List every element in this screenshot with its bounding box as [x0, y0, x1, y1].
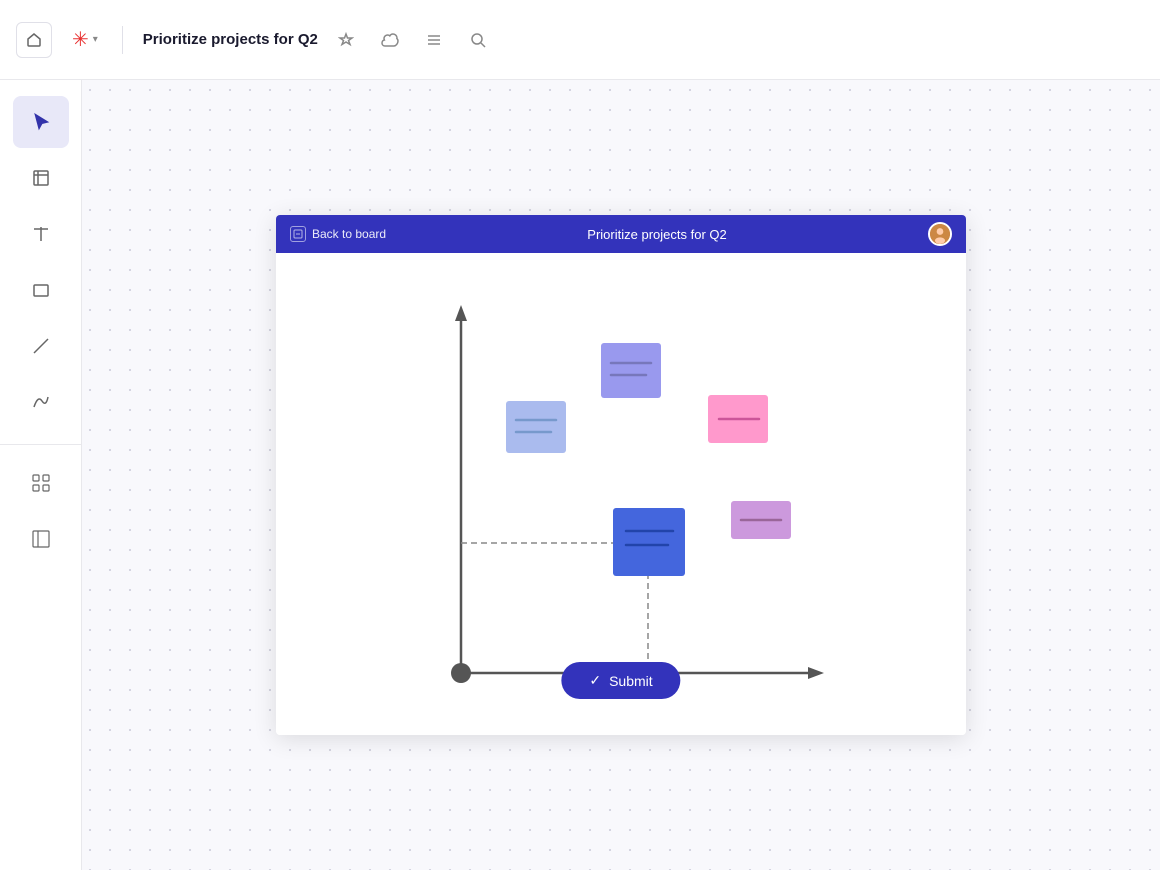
canvas-area: Back to board Prioritize projects for Q2 — [82, 80, 1160, 870]
frame-body: ✓ Submit — [276, 253, 966, 735]
sidebar-item-rect[interactable] — [13, 264, 69, 316]
text-icon — [30, 223, 52, 245]
frame-header: Back to board Prioritize projects for Q2 — [276, 215, 966, 253]
line-icon — [30, 335, 52, 357]
user-avatar — [928, 222, 952, 246]
hamburger-icon — [426, 33, 442, 47]
star-icon — [338, 32, 354, 48]
cloud-icon — [381, 33, 399, 47]
back-board-icon — [290, 226, 306, 242]
check-icon: ✓ — [589, 672, 601, 689]
frame-widget: Back to board Prioritize projects for Q2 — [276, 215, 966, 735]
toolbar: ✳ ▾ Prioritize projects for Q2 — [0, 0, 1160, 80]
cloud-button[interactable] — [374, 24, 406, 56]
search-button[interactable] — [462, 24, 494, 56]
sidebar-item-cursor[interactable] — [13, 96, 69, 148]
cursor-icon — [30, 111, 52, 133]
back-label: Back to board — [312, 227, 386, 241]
home-button[interactable] — [16, 22, 52, 58]
submit-label: Submit — [609, 673, 653, 689]
logo-icon: ✳ — [72, 27, 89, 52]
left-sidebar — [0, 80, 82, 870]
logo-button[interactable]: ✳ ▾ — [64, 23, 106, 56]
home-icon — [26, 32, 42, 48]
sidebar-item-frame[interactable] — [13, 152, 69, 204]
favorite-button[interactable] — [330, 24, 362, 56]
back-to-board-button[interactable]: Back to board — [290, 226, 386, 242]
sidebar-tools-group — [0, 96, 81, 428]
sidebar-item-line[interactable] — [13, 320, 69, 372]
frame-title: Prioritize projects for Q2 — [386, 227, 928, 242]
search-icon — [470, 32, 486, 48]
panel-icon — [30, 528, 52, 550]
toolbar-divider — [122, 26, 123, 54]
sidebar-item-path[interactable] — [13, 376, 69, 428]
frame-icon — [30, 167, 52, 189]
submit-button[interactable]: ✓ Submit — [561, 662, 680, 699]
path-icon — [30, 391, 52, 413]
sidebar-item-panel[interactable] — [13, 513, 69, 565]
grid-icon — [30, 472, 52, 494]
sidebar-extra-group — [0, 444, 81, 565]
page-title: Prioritize projects for Q2 — [143, 31, 318, 48]
logo-chevron-icon: ▾ — [93, 34, 98, 45]
menu-button[interactable] — [418, 24, 450, 56]
rectangle-icon — [30, 279, 52, 301]
sidebar-item-grid[interactable] — [13, 457, 69, 509]
sidebar-item-text[interactable] — [13, 208, 69, 260]
